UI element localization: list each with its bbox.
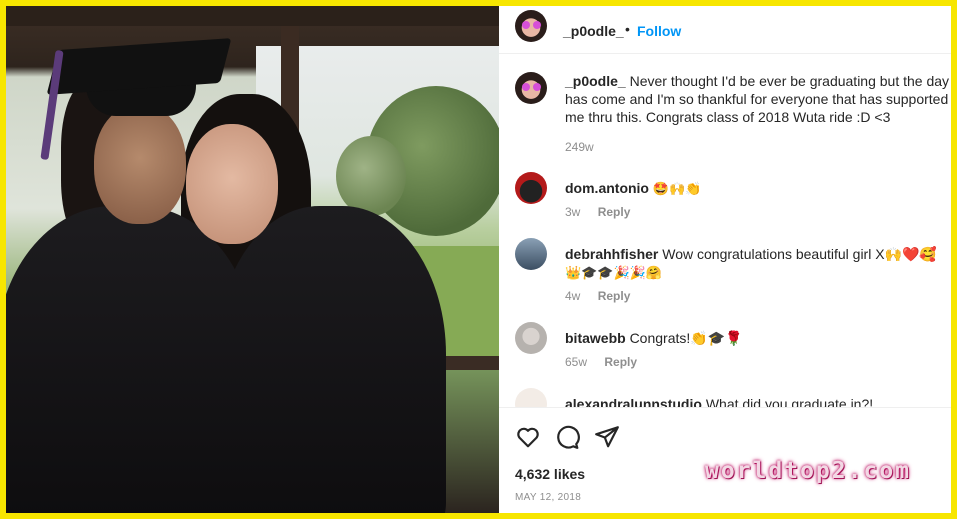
comment-meta: 65w Reply xyxy=(565,355,637,369)
author-avatar[interactable] xyxy=(515,10,547,42)
commenter-avatar[interactable] xyxy=(515,238,547,270)
author-username[interactable]: _p0odle_ xyxy=(563,23,624,39)
follow-button[interactable]: Follow xyxy=(637,23,681,39)
comment-body: Wow congratulations beautiful girl X🙌❤️🥰 xyxy=(662,246,937,262)
comment-item: debrahhfisher Wow congratulations beauti… xyxy=(515,238,945,306)
post-header: _p0odle_ • Follow xyxy=(499,6,951,54)
heart-icon[interactable] xyxy=(515,424,541,450)
comment-meta: 4w Reply xyxy=(565,289,630,303)
graduation-cap xyxy=(46,38,232,95)
reply-button[interactable]: Reply xyxy=(598,205,631,219)
comment-body: What did you graduate in?! xyxy=(705,396,874,407)
comment-body: Congrats!👏🎓🌹 xyxy=(629,330,743,346)
comment-item: alexandralunnstudio What did you graduat… xyxy=(515,388,945,407)
watermark: worldtop2.com xyxy=(705,458,912,484)
comment-username[interactable]: debrahhfisher xyxy=(565,246,658,262)
post-panel: _p0odle_ • Follow _p0odle_ Never thought… xyxy=(499,6,951,513)
face-right xyxy=(186,124,278,244)
comment-text: debrahhfisher Wow congratulations beauti… xyxy=(565,245,951,283)
author-avatar[interactable] xyxy=(515,72,547,104)
reply-button[interactable]: Reply xyxy=(604,355,637,369)
comment-text: alexandralunnstudio What did you graduat… xyxy=(565,395,951,407)
comment-text: bitawebb Congrats!👏🎓🌹 xyxy=(565,329,951,347)
face-left xyxy=(94,104,186,224)
commenter-avatar[interactable] xyxy=(515,388,547,407)
caption-time[interactable]: 249w xyxy=(565,140,594,154)
post-photo[interactable] xyxy=(6,6,499,513)
post-date[interactable]: MAY 12, 2018 xyxy=(515,492,581,503)
commenter-avatar[interactable] xyxy=(515,322,547,354)
caption-text: _p0odle_ Never thought I'd be ever be gr… xyxy=(565,72,951,126)
comment-icon[interactable] xyxy=(554,424,580,450)
comment-time[interactable]: 65w xyxy=(565,355,587,369)
reply-button[interactable]: Reply xyxy=(598,289,631,303)
comment-meta: 3w Reply xyxy=(565,205,630,219)
comment-item: dom.antonio 🤩🙌👏 3w Reply xyxy=(515,172,945,222)
separator-dot: • xyxy=(625,21,630,37)
comment-username[interactable]: dom.antonio xyxy=(565,180,649,196)
share-icon[interactable] xyxy=(594,424,620,450)
caption-meta: 249w xyxy=(565,140,594,154)
comment-body-line2: 👑🎓🎓🎉🎉🤗 xyxy=(565,266,663,281)
comment-username[interactable]: bitawebb xyxy=(565,330,626,346)
caption-item: _p0odle_ Never thought I'd be ever be gr… xyxy=(515,72,949,162)
comment-time[interactable]: 4w xyxy=(565,289,580,303)
comment-item: bitawebb Congrats!👏🎓🌹 65w Reply xyxy=(515,322,945,372)
comment-text: dom.antonio 🤩🙌👏 xyxy=(565,179,951,199)
comments-list[interactable]: _p0odle_ Never thought I'd be ever be gr… xyxy=(499,55,951,407)
likes-count[interactable]: 4,632 likes xyxy=(515,466,585,482)
comment-time[interactable]: 3w xyxy=(565,205,580,219)
caption-username[interactable]: _p0odle_ xyxy=(565,73,626,89)
comment-body: 🤩🙌👏 xyxy=(652,182,702,197)
comment-username[interactable]: alexandralunnstudio xyxy=(565,396,702,407)
commenter-avatar[interactable] xyxy=(515,172,547,204)
